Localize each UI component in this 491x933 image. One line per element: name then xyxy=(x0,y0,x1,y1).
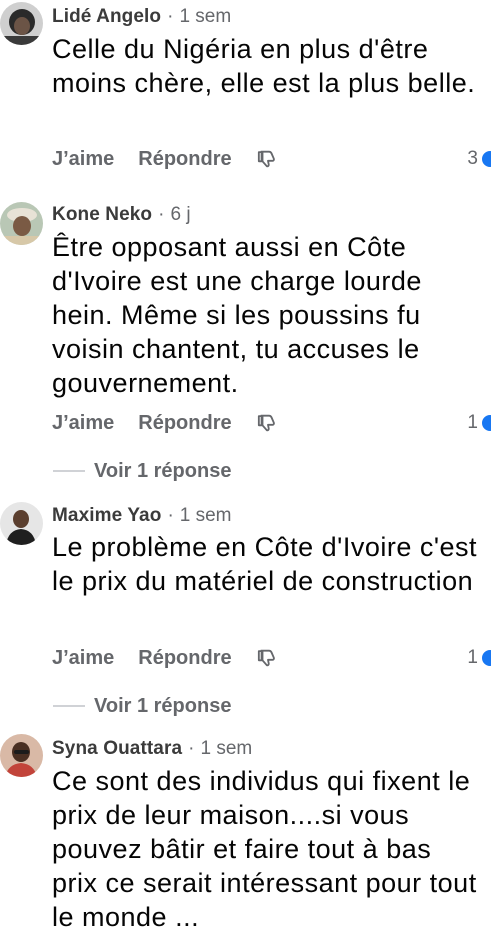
view-replies-link[interactable]: Voir 1 réponse xyxy=(53,692,231,720)
reaction-count[interactable]: 1 xyxy=(467,412,478,434)
reaction-count[interactable]: 1 xyxy=(467,647,478,669)
like-reaction-icon xyxy=(480,413,491,433)
reply-thread-line xyxy=(53,470,85,472)
comment-time[interactable]: 6 j xyxy=(170,204,190,226)
like-reaction-icon xyxy=(480,149,491,169)
avatar-image xyxy=(0,502,43,545)
comment-author[interactable]: Maxime Yao xyxy=(52,505,161,527)
avatar[interactable] xyxy=(0,202,43,245)
avatar[interactable] xyxy=(0,502,43,545)
comment-text: Le problème en Côte d'Ivoire c'est le pr… xyxy=(52,532,478,596)
comment-time[interactable]: 1 sem xyxy=(200,738,252,760)
like-reaction-icon xyxy=(480,648,491,668)
reply-thread-line xyxy=(53,705,85,707)
comment-author[interactable]: Syna Ouattara xyxy=(52,738,182,760)
avatar-image xyxy=(0,2,43,45)
separator-dot: · xyxy=(158,204,165,225)
like-button[interactable]: J’aime xyxy=(52,148,114,171)
comment-author[interactable]: Lidé Angelo xyxy=(52,6,161,28)
comment-text: Celle du Nigéria en plus d'être moins ch… xyxy=(52,34,476,98)
avatar-image xyxy=(0,734,43,777)
like-button[interactable]: J’aime xyxy=(52,412,114,435)
reply-button[interactable]: Répondre xyxy=(138,412,231,435)
avatar[interactable] xyxy=(0,2,43,45)
dislike-icon[interactable] xyxy=(257,412,279,434)
view-replies-link[interactable]: Voir 1 réponse xyxy=(53,457,231,485)
dislike-icon[interactable] xyxy=(257,647,279,669)
dislike-icon[interactable] xyxy=(257,148,279,170)
comment-text: Être opposant aussi en Côte d'Ivoire est… xyxy=(52,232,422,398)
comment-author[interactable]: Kone Neko xyxy=(52,204,152,226)
reaction-count[interactable]: 3 xyxy=(467,148,478,170)
view-replies-label: Voir 1 réponse xyxy=(94,459,232,482)
view-replies-label: Voir 1 réponse xyxy=(94,694,232,717)
comment-time[interactable]: 1 sem xyxy=(180,505,232,527)
avatar-image xyxy=(0,202,43,245)
comment-text: Ce sont des individus qui fixent le prix… xyxy=(52,766,477,932)
reply-button[interactable]: Répondre xyxy=(138,647,231,670)
separator-dot: · xyxy=(167,6,174,27)
reply-button[interactable]: Répondre xyxy=(138,148,231,171)
comment-time[interactable]: 1 sem xyxy=(179,6,231,28)
like-button[interactable]: J’aime xyxy=(52,647,114,670)
separator-dot: · xyxy=(167,505,174,526)
avatar[interactable] xyxy=(0,734,43,777)
separator-dot: · xyxy=(188,738,195,759)
